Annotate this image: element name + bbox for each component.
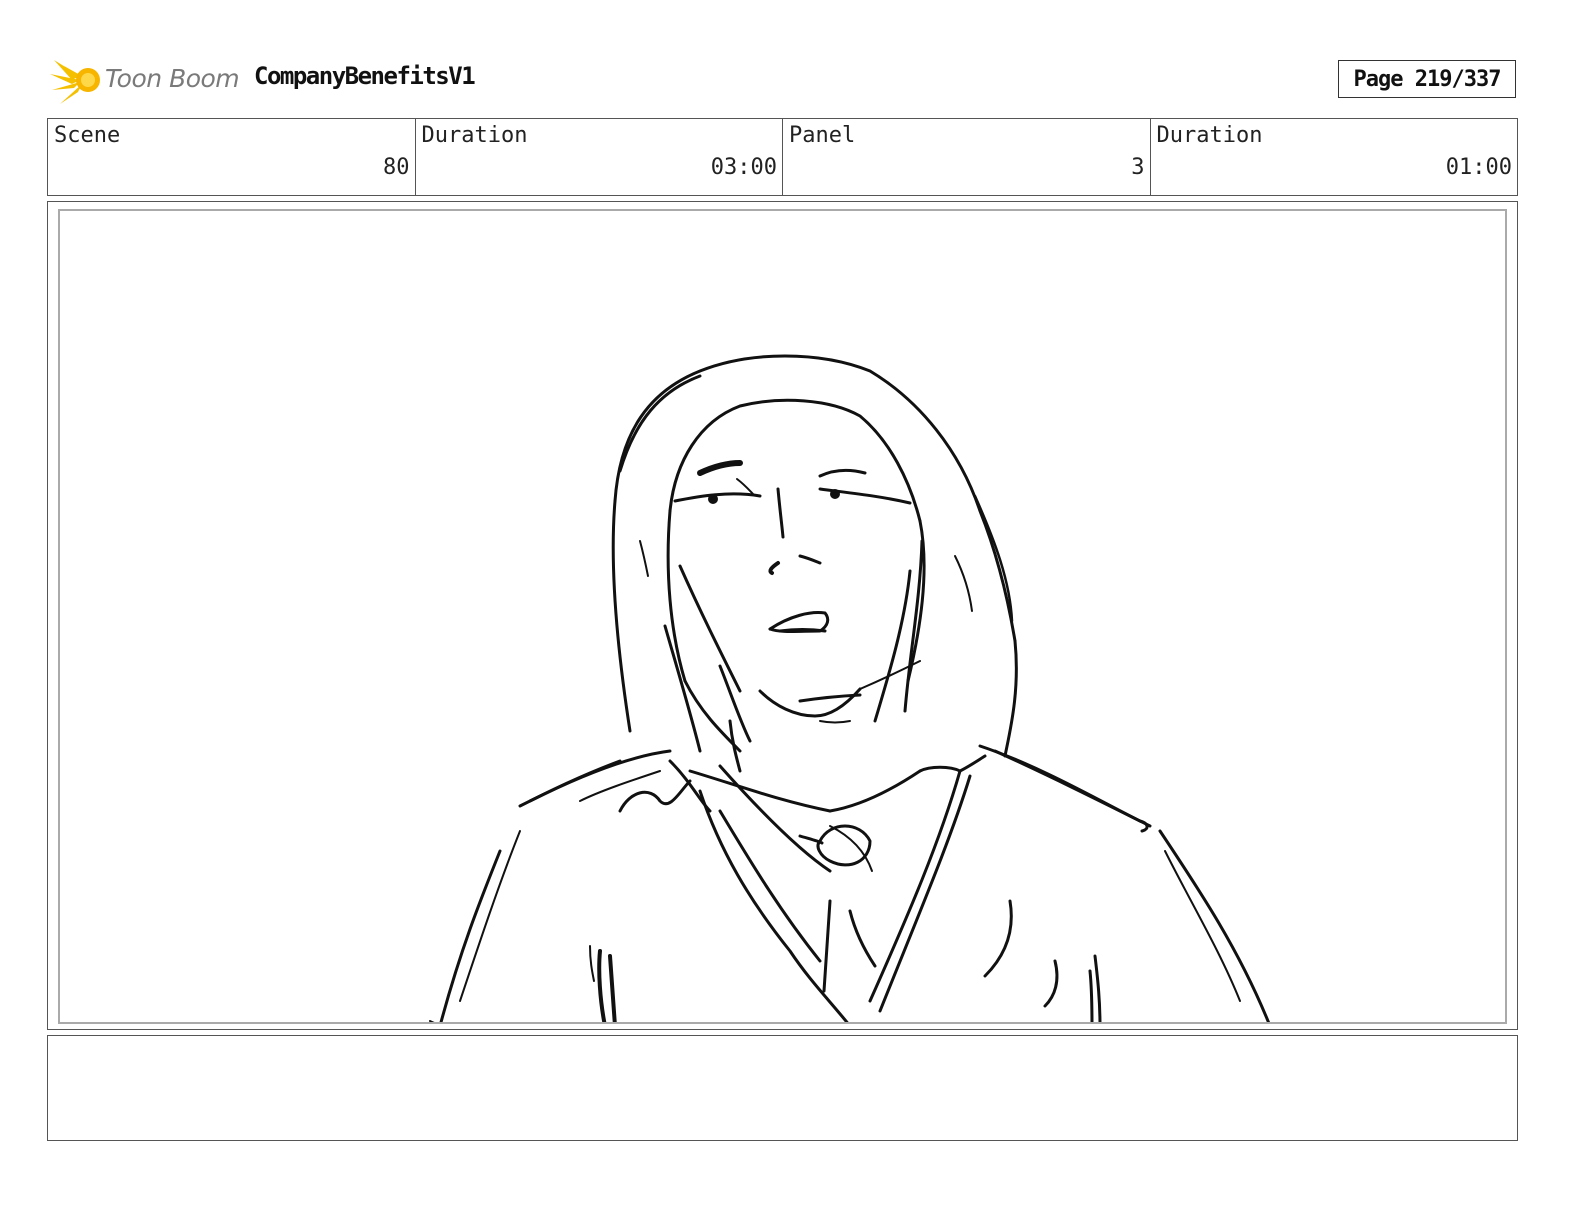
storyboard-panel [47, 201, 1518, 1030]
panel-duration-cell: Duration 01:00 [1151, 119, 1518, 195]
project-title: CompanyBenefitsV1 [254, 62, 476, 90]
character-sketch [429, 354, 1270, 1022]
page-indicator: Page 219/337 [1338, 60, 1516, 98]
scene-duration-label: Duration [421, 123, 528, 148]
panel-duration-label: Duration [1156, 123, 1263, 148]
toon-boom-flare-icon [50, 60, 100, 104]
panel-cell: Panel 3 [783, 119, 1151, 195]
panel-value: 3 [1131, 155, 1145, 180]
panel-notes-box [47, 1035, 1518, 1141]
scene-label: Scene [54, 123, 121, 148]
panel-drawing-area [58, 209, 1507, 1024]
panel-label: Panel [789, 123, 856, 148]
logo-text: Toon Boom [105, 64, 240, 93]
scene-cell: Scene 80 [48, 119, 416, 195]
toon-boom-logo: Toon Boom [50, 56, 240, 108]
scene-duration-value: 03:00 [710, 155, 777, 180]
panel-duration-value: 01:00 [1445, 155, 1512, 180]
scene-value: 80 [383, 155, 410, 180]
panel-info-row: Scene 80 Duration 03:00 Panel 3 Duration… [47, 118, 1518, 196]
scene-duration-cell: Duration 03:00 [416, 119, 783, 195]
